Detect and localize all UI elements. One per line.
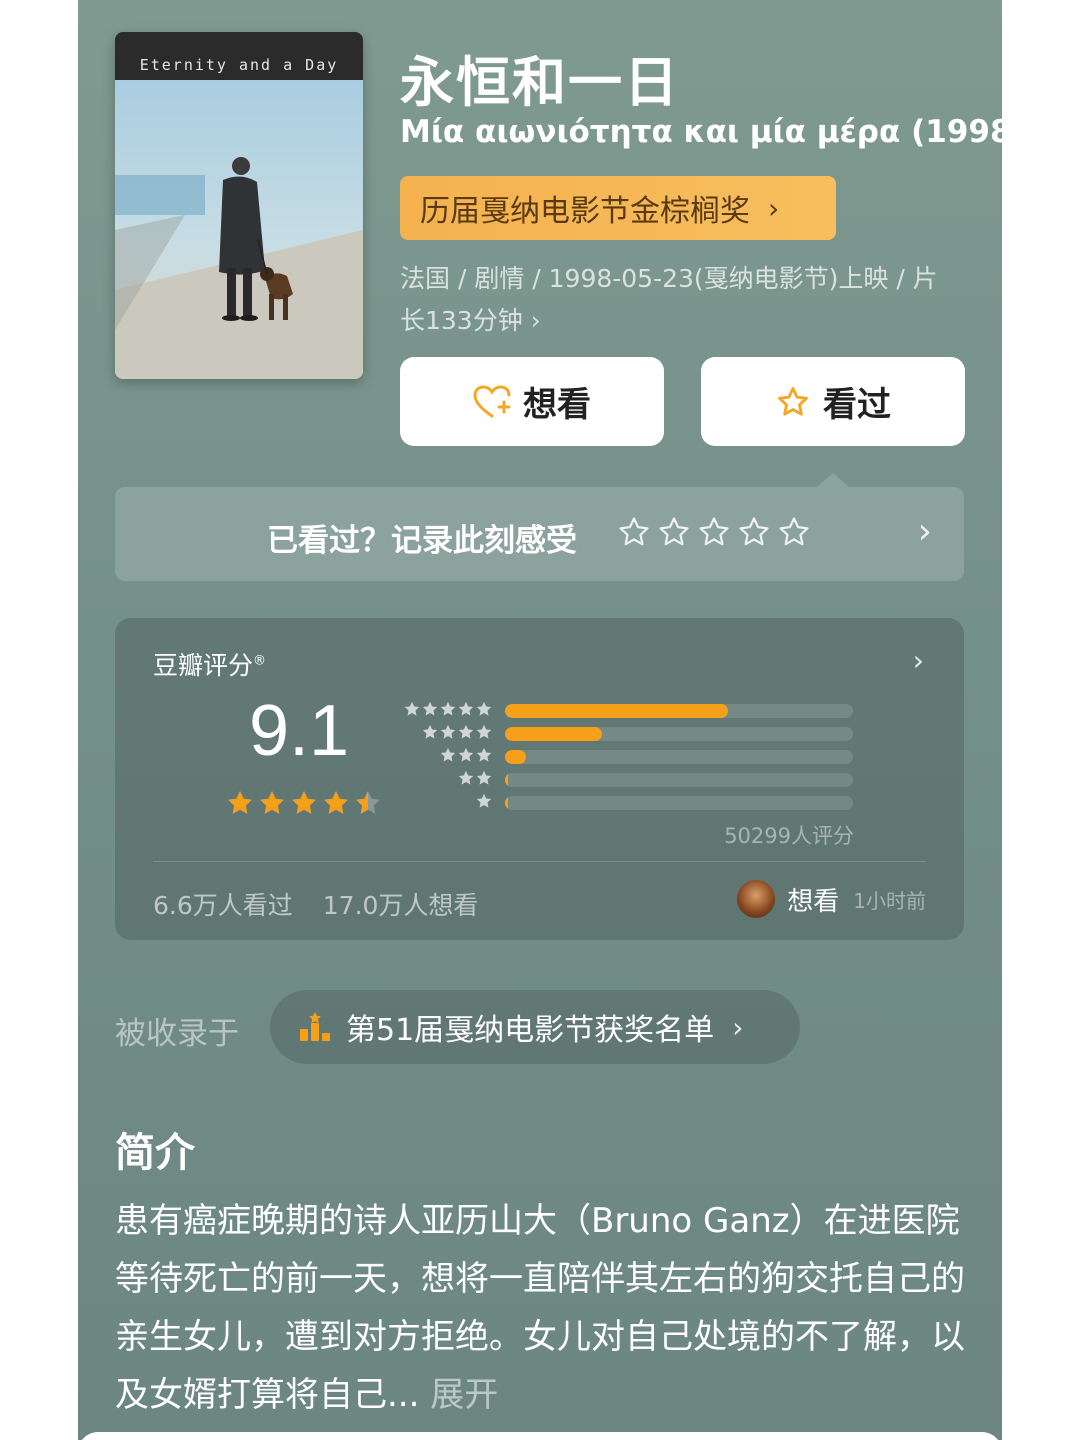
movie-title: 永恒和一日 (400, 51, 680, 114)
star-icon (476, 770, 492, 785)
expand-link[interactable]: 展开 (430, 1375, 498, 1415)
watch-stats: 6.6万人看过 17.0万人想看 (153, 886, 478, 922)
synopsis-text: 患有癌症晚期的诗人亚历山大（Bruno Ganz）在进医院等待死亡的前一天，想将… (115, 1201, 965, 1415)
distribution-row-5 (403, 700, 855, 718)
distribution-stars (457, 769, 493, 787)
pointer-caret (817, 473, 849, 487)
watched-label: 看过 (823, 385, 891, 425)
star-icon (356, 791, 380, 814)
rating-count: 50299人评分 (724, 824, 854, 848)
star-outline-icon[interactable] (697, 515, 731, 549)
distribution-stars (475, 792, 493, 810)
star-outline-icon[interactable] (777, 515, 811, 549)
want-to-watch-button[interactable]: 想看 (400, 357, 664, 446)
distribution-bar-track (505, 727, 853, 741)
chevron-right-icon: › (768, 191, 780, 225)
want-to-watch-label: 想看 (523, 385, 591, 425)
star-icon (458, 701, 474, 716)
distribution-bar-fill (505, 704, 728, 718)
registered-mark: ® (253, 653, 267, 669)
distribution-row-2 (405, 769, 855, 787)
star-icon (292, 791, 316, 814)
included-list-name: 第51届戛纳电影节获奖名单 (346, 1013, 715, 1048)
poster-image (115, 80, 363, 379)
record-feeling-bar[interactable]: 已看过？记录此刻感受 › (115, 473, 964, 581)
bottom-sheet[interactable] (78, 1432, 1002, 1440)
star-icon (440, 701, 456, 716)
movie-meta[interactable]: 法国 / 剧情 / 1998-05-23(戛纳电影节)上映 / 片长133分钟 … (400, 258, 960, 342)
star-icon (458, 770, 474, 785)
distribution-bar-track (505, 704, 853, 718)
activity-action: 想看 (787, 886, 840, 917)
star-icon (440, 724, 456, 739)
star-icon (476, 724, 492, 739)
award-tag[interactable]: 历届戛纳电影节金棕榈奖 › (400, 176, 836, 240)
star-icon (476, 701, 492, 716)
star-outline-icon[interactable] (737, 515, 771, 549)
distribution-bar-track (505, 773, 853, 787)
star-outline-icon (778, 386, 808, 416)
distribution-stars (403, 700, 493, 718)
star-icon (440, 747, 456, 762)
distribution-stars (439, 746, 493, 764)
star-icon (458, 724, 474, 739)
activity-time: 1小时前 (853, 888, 926, 913)
avatar[interactable] (737, 880, 776, 918)
star-outline-icon[interactable] (617, 515, 651, 549)
score-stars (225, 788, 383, 818)
distribution-bar-track (505, 750, 853, 764)
distribution-bar-fill (505, 796, 508, 810)
divider (153, 861, 926, 862)
original-title: Μία αιωνιότητα και μία μέρα (1998) (400, 114, 1002, 150)
star-icon (404, 701, 420, 716)
rating-header: 豆瓣评分® (153, 646, 266, 682)
included-in-label: 被收录于 (115, 1016, 239, 1052)
distribution-row-4 (405, 723, 855, 741)
seen-count: 6.6万人看过 (153, 891, 293, 920)
star-icon (228, 791, 252, 814)
award-tag-label: 历届戛纳电影节金棕榈奖 (420, 194, 750, 229)
star-outline-icon[interactable] (657, 515, 691, 549)
star-icon (476, 747, 492, 762)
star-icon (422, 724, 438, 739)
ranking-podium-icon (300, 1012, 330, 1041)
distribution-bar-fill (505, 750, 526, 764)
distribution-row-3 (405, 746, 855, 764)
chevron-right-icon: › (912, 644, 924, 677)
rating-score: 9.1 (249, 691, 350, 771)
star-icon (324, 791, 348, 814)
distribution-bar-track (505, 796, 853, 810)
distribution-bar-fill (505, 773, 508, 787)
poster-title: Eternity and a Day (139, 56, 339, 74)
chevron-right-icon: › (917, 511, 932, 552)
rating-card[interactable]: 豆瓣评分® › 9.1 50299人评分 6.6万人看过 17.0万人想看 想看 … (115, 618, 964, 940)
rating-header-label: 豆瓣评分 (153, 651, 254, 680)
synopsis-body: 患有癌症晚期的诗人亚历山大（Bruno Ganz）在进医院等待死亡的前一天，想将… (115, 1192, 965, 1424)
distribution-bar-fill (505, 727, 603, 741)
chevron-right-icon: › (732, 1010, 744, 1044)
friend-activity[interactable]: 想看 1小时前 (737, 880, 926, 918)
distribution-stars (421, 723, 493, 741)
record-feeling-label: 已看过？记录此刻感受 (267, 523, 577, 559)
star-icon (458, 747, 474, 762)
heart-plus-icon (473, 384, 511, 417)
movie-detail-page: Eternity and a Day 永恒和一日 Μία αιωνιότητα … (78, 0, 1002, 1440)
want-count: 17.0万人想看 (322, 891, 479, 920)
rate-stars[interactable] (617, 515, 811, 549)
star-icon (422, 701, 438, 716)
star-icon (476, 793, 492, 808)
synopsis-title: 简介 (115, 1130, 195, 1176)
included-list-chip[interactable]: 第51届戛纳电影节获奖名单 › (270, 990, 800, 1064)
star-icon (260, 791, 284, 814)
watched-button[interactable]: 看过 (701, 357, 965, 446)
distribution-row-1 (405, 792, 855, 810)
movie-poster[interactable]: Eternity and a Day (115, 32, 363, 379)
